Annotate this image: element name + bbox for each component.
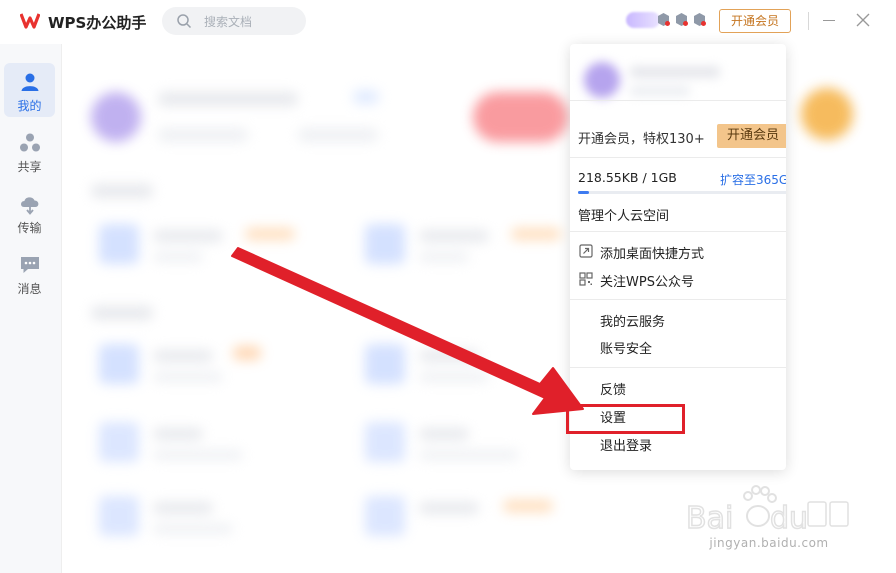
tile-sub [153, 252, 203, 262]
close-icon[interactable] [856, 13, 870, 27]
nav-label-mine: 我的 [17, 99, 42, 113]
tile-title-5 [153, 428, 203, 440]
logout-item[interactable]: 退出登录 [600, 435, 652, 454]
svg-text:du: du [770, 501, 808, 536]
manage-cloud-space-link[interactable]: 管理个人云空间 [578, 205, 669, 224]
tile-sub-4 [419, 372, 489, 382]
wps-logo-icon [20, 13, 40, 29]
dropdown-user-header [570, 44, 786, 116]
expand-storage-link[interactable]: 扩容至365G [720, 171, 786, 188]
tile-title-7 [153, 502, 213, 514]
tile-sub-2 [419, 252, 469, 262]
dropdown-divider [570, 231, 786, 232]
profile-name [158, 92, 298, 106]
nav-item-mine[interactable]: 我的 [4, 63, 55, 117]
tile-sub-5 [153, 450, 243, 460]
profile-promo [473, 92, 568, 142]
tile-badge [245, 228, 295, 240]
tile-title-6 [419, 428, 469, 440]
tile-badge-8 [503, 500, 553, 512]
storage-progress-bar [578, 191, 786, 194]
tile-badge-2 [511, 228, 561, 240]
tile-icon-5 [99, 422, 139, 462]
tile-title-4 [419, 350, 479, 362]
watermark-url: jingyan.baidu.com [709, 536, 829, 550]
storage-usage: 218.55KB / 1GB [578, 170, 677, 185]
feedback-item[interactable]: 反馈 [600, 379, 626, 398]
desktop-shortcut-icon [579, 244, 593, 258]
vip-badge-icon[interactable] [692, 12, 707, 27]
left-nav: 我的 共享 传输 消息 [0, 44, 62, 573]
dropdown-open-vip-button[interactable]: 开通会员 [717, 124, 786, 148]
tile-sub-3 [153, 372, 223, 382]
nav-item-message[interactable]: 消息 [4, 246, 55, 300]
settings-highlight-box [566, 404, 685, 434]
add-desktop-shortcut-item[interactable]: 添加桌面快捷方式 [600, 243, 704, 262]
section-title-2 [91, 306, 153, 320]
search-placeholder: 搜索文档 [204, 15, 253, 29]
titlebar-divider [808, 12, 809, 30]
search-icon [177, 14, 192, 29]
my-cloud-service-item[interactable]: 我的云服务 [600, 311, 665, 330]
follow-wps-account-item[interactable]: 关注WPS公众号 [600, 271, 694, 290]
tile-title-3 [153, 350, 213, 362]
dropdown-divider [570, 299, 786, 300]
dropdown-divider [570, 100, 786, 101]
svg-text:Bai: Bai [686, 501, 733, 536]
tile-sub-7 [153, 524, 233, 534]
tile-icon [99, 224, 139, 264]
storage-progress-fill [578, 191, 589, 194]
dropdown-divider [570, 157, 786, 158]
user-icon [21, 73, 39, 91]
section-title [91, 184, 153, 198]
nav-item-transfer[interactable]: 传输 [4, 185, 55, 239]
tile-title-8 [419, 502, 479, 514]
message-icon [21, 257, 39, 273]
tile-icon-4 [365, 344, 405, 384]
tile-icon-7 [99, 496, 139, 536]
tile-icon-8 [365, 496, 405, 536]
minimize-button[interactable] [823, 20, 835, 21]
member-badge-icon[interactable] [656, 12, 671, 27]
profile-avatar [91, 92, 141, 142]
tile-badge-3 [233, 346, 261, 360]
app-title: WPS办公助手 [48, 14, 147, 32]
tile-title [153, 230, 223, 242]
nav-label-share: 共享 [17, 160, 42, 174]
profile-meta-2 [298, 128, 378, 142]
nav-item-share[interactable]: 共享 [4, 124, 55, 178]
dropdown-divider [570, 367, 786, 368]
vip-promo-text: 开通会员，特权130+ [578, 132, 705, 147]
tile-icon-3 [99, 344, 139, 384]
open-vip-button[interactable]: 开通会员 [719, 9, 791, 33]
tile-icon-6 [365, 422, 405, 462]
qr-code-icon [579, 272, 593, 286]
tile-sub-6 [419, 450, 519, 460]
nav-label-transfer: 传输 [17, 221, 42, 235]
share-icon [20, 133, 40, 152]
account-security-item[interactable]: 账号安全 [600, 338, 652, 357]
profile-tag [353, 90, 379, 104]
nav-label-message: 消息 [17, 282, 42, 296]
avatar[interactable] [626, 12, 660, 28]
super-member-badge-icon[interactable] [674, 12, 689, 27]
title-bar: WPS办公助手 搜索文档 开通会员 [0, 0, 896, 44]
tile-icon-2 [365, 224, 405, 264]
profile-medal [801, 88, 853, 140]
cloud-transfer-icon [21, 197, 39, 215]
search-input[interactable]: 搜索文档 [162, 7, 306, 35]
profile-meta [158, 128, 248, 142]
tile-title-2 [419, 230, 489, 242]
